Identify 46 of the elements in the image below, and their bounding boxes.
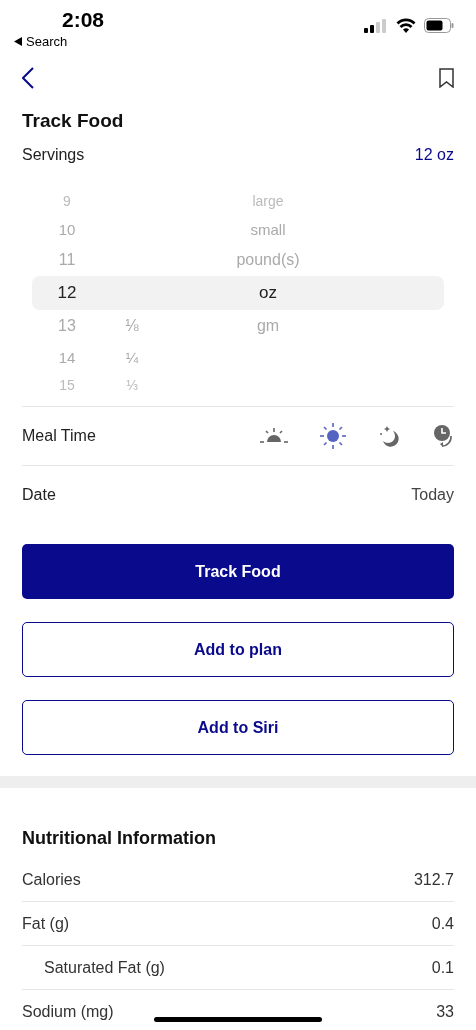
- picker-number[interactable]: 10: [58, 220, 76, 238]
- picker-fraction[interactable]: ⅛: [125, 317, 139, 335]
- servings-value: 12 oz: [414, 146, 454, 164]
- signal-icon: [364, 18, 388, 33]
- picker-unit[interactable]: gm: [256, 317, 280, 335]
- sun-icon: [320, 423, 346, 449]
- track-food-button[interactable]: Track Food: [22, 544, 454, 599]
- picker-number[interactable]: 12: [57, 283, 77, 303]
- back-to-search-link[interactable]: Search: [14, 34, 68, 49]
- nutrient-value: 33: [436, 1002, 454, 1021]
- section-title: Nutritional Information: [21, 827, 217, 850]
- action-button[interactable]: Add to plan: [22, 622, 454, 677]
- picker-number[interactable]: 15: [59, 377, 75, 393]
- date-value[interactable]: Today: [411, 486, 454, 504]
- picker-fraction[interactable]: ¼: [125, 348, 139, 366]
- page-title: Track Food: [22, 109, 125, 133]
- back-icon[interactable]: [22, 66, 34, 89]
- picker-number[interactable]: 11: [58, 251, 76, 269]
- nutrient-label: Sodium (mg): [22, 1002, 114, 1021]
- nutrient-label: Saturated Fat (g): [43, 958, 165, 977]
- picker-unit[interactable]: oz: [259, 283, 277, 303]
- action-button[interactable]: Add to Siri: [22, 700, 454, 755]
- sunrise-icon: [260, 427, 288, 445]
- servings-label: Servings: [22, 146, 85, 164]
- picker-number[interactable]: 13: [58, 317, 76, 335]
- meal-time-label: Meal Time: [22, 427, 96, 445]
- nutrient-label: Fat (g): [22, 914, 70, 933]
- picker-unit[interactable]: pound(s): [236, 251, 300, 269]
- battery-icon: [424, 18, 454, 33]
- picker-number[interactable]: 14: [58, 348, 76, 366]
- picker-fraction[interactable]: ⅓: [126, 377, 138, 393]
- nutrient-value: 0.1: [431, 958, 454, 977]
- wifi-icon: [396, 18, 416, 33]
- nutrient-value: 0.4: [431, 914, 454, 933]
- bookmark-icon[interactable]: [439, 67, 454, 88]
- back-triangle-icon: [14, 37, 22, 46]
- date-label: Date: [22, 486, 56, 504]
- clock-icon: [432, 424, 454, 448]
- picker-number[interactable]: 9: [63, 193, 71, 209]
- nutrient-value: 312.7: [413, 870, 454, 889]
- moon-icon: [378, 425, 400, 447]
- serving-picker[interactable]: 9 large 10 small 11 pound(s) 12 oz 13 ⅛ gm 14 ¼ 15 ⅓: [0, 174, 476, 406]
- picker-unit[interactable]: large: [252, 193, 284, 209]
- nutrient-label: Calories: [22, 870, 81, 889]
- status-time: 2:08: [62, 8, 105, 32]
- picker-unit[interactable]: small: [250, 220, 286, 238]
